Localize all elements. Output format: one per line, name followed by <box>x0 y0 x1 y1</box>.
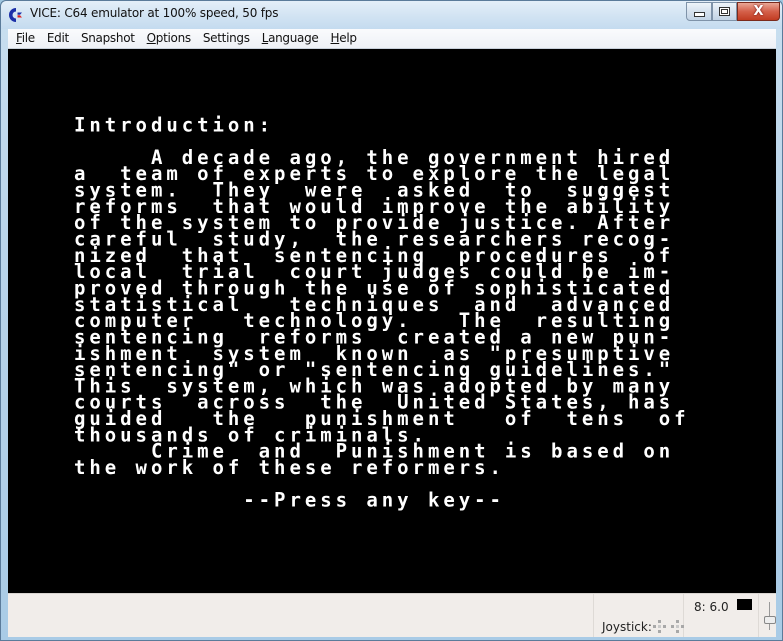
minimize-button[interactable] <box>686 2 712 21</box>
window-title: VICE: C64 emulator at 100% speed, 50 fps <box>30 6 279 20</box>
drive-led <box>737 599 752 610</box>
c64-text-display: Introduction: A decade ago, the governme… <box>74 113 690 512</box>
emulator-window: VICE: C64 emulator at 100% speed, 50 fps… <box>0 0 783 641</box>
joystick-port-2-icon[interactable] <box>671 620 685 634</box>
close-icon: X <box>753 4 764 19</box>
status-bar: Joystick: 8: 6.0 <box>8 593 776 637</box>
menu-snapshot[interactable]: Snapshot <box>75 29 141 48</box>
maximize-button[interactable] <box>712 2 737 21</box>
volume-thumb[interactable] <box>764 616 776 624</box>
maximize-icon <box>719 7 730 16</box>
emulator-screen[interactable]: Introduction: A decade ago, the governme… <box>8 49 776 593</box>
menu-options[interactable]: Options <box>141 29 197 48</box>
volume-slider[interactable] <box>764 602 776 632</box>
status-separator <box>593 594 594 637</box>
title-bar[interactable]: VICE: C64 emulator at 100% speed, 50 fps… <box>1 1 782 29</box>
joystick-port-1-icon[interactable] <box>653 620 667 634</box>
commodore-logo-icon <box>9 8 22 22</box>
minimize-icon <box>693 12 705 17</box>
screen-line: --Press any key-- <box>74 489 505 512</box>
status-separator <box>758 594 759 637</box>
menu-language[interactable]: Language <box>256 29 325 48</box>
menu-edit[interactable]: Edit <box>41 29 75 48</box>
screen-line: Introduction: <box>74 113 275 137</box>
drive-status: 8: 6.0 <box>694 600 729 614</box>
menu-file[interactable]: File <box>8 29 41 48</box>
menu-bar: File Edit Snapshot Options Settings Language H… <box>8 29 776 49</box>
close-button[interactable]: X <box>737 2 780 21</box>
joystick-label: Joystick: <box>602 620 652 634</box>
menu-settings[interactable]: Settings <box>197 29 256 48</box>
menu-help[interactable]: Help <box>325 29 363 48</box>
